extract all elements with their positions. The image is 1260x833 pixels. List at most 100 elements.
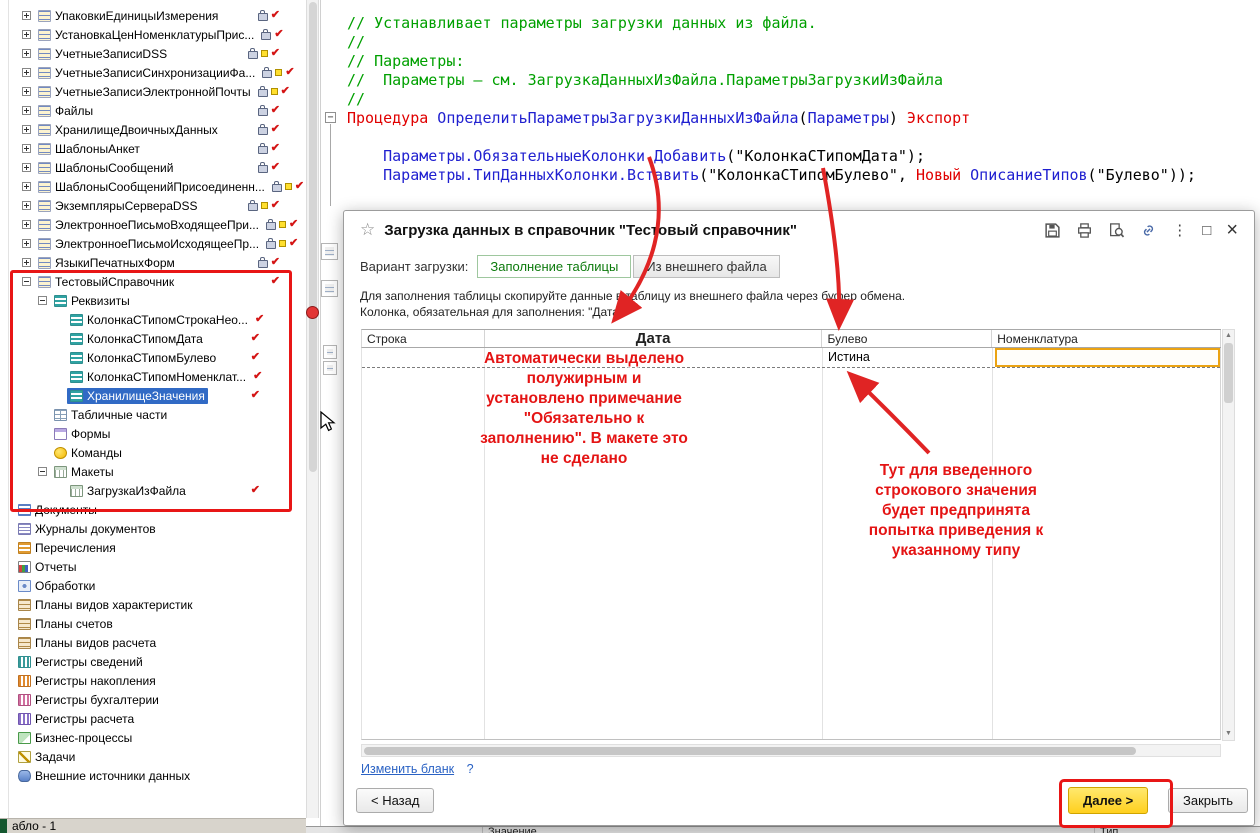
tree-item[interactable]: Регистры расчета: [9, 709, 306, 728]
tree-item[interactable]: ЭлектронноеПисьмоИсходящееПр...✔: [9, 234, 306, 253]
table-vertical-scrollbar[interactable]: ▲ ▼: [1222, 329, 1235, 741]
fold-collapse-icon[interactable]: −: [325, 112, 336, 123]
code-line[interactable]: Параметры.ТипДанныхКолонки.Вставить("Кол…: [347, 166, 1260, 185]
tree-item[interactable]: Планы видов характеристик: [9, 595, 306, 614]
next-button[interactable]: Далее >: [1068, 787, 1148, 814]
back-button[interactable]: < Назад: [356, 788, 434, 813]
expander-icon[interactable]: [22, 30, 31, 39]
selected-cell[interactable]: [995, 348, 1220, 367]
tree-item[interactable]: ШаблоныСообщенийПрисоединенн...✔: [9, 177, 306, 196]
metadata-tree[interactable]: УпаковкиЕдиницыИзмерения✔УстановкаЦенНом…: [9, 0, 306, 818]
panel-dock-button[interactable]: [323, 345, 337, 359]
expander-icon[interactable]: [22, 201, 31, 210]
tree-item[interactable]: ТестовыйСправочник✔: [9, 272, 306, 291]
tree-item[interactable]: Планы видов расчета: [9, 633, 306, 652]
expander-icon[interactable]: [22, 125, 31, 134]
expander-icon[interactable]: [38, 296, 47, 305]
tree-item[interactable]: УстановкаЦенНоменклатурыПрис...✔: [9, 25, 306, 44]
tree-item[interactable]: ХранилищеЗначения✔: [9, 386, 306, 405]
tree-item[interactable]: Формы: [9, 424, 306, 443]
tree-item[interactable]: Внешние источники данных: [9, 766, 306, 785]
column-header-string[interactable]: Строка: [362, 330, 485, 347]
column-header-boolean[interactable]: Булево: [822, 330, 992, 347]
favorite-star-icon[interactable]: ☆: [360, 220, 375, 240]
tree-item[interactable]: Макеты: [9, 462, 306, 481]
tree-item[interactable]: Отчеты: [9, 557, 306, 576]
tree-item[interactable]: ХранилищеДвоичныхДанных✔: [9, 120, 306, 139]
panel-dock-button[interactable]: [323, 361, 337, 375]
tree-item[interactable]: ЯзыкиПечатныхФорм✔: [9, 253, 306, 272]
close-button[interactable]: Закрыть: [1168, 788, 1248, 813]
expander-icon[interactable]: [22, 144, 31, 153]
tree-item[interactable]: ШаблоныАнкет✔: [9, 139, 306, 158]
tree-item[interactable]: Бизнес-процессы: [9, 728, 306, 747]
code-line[interactable]: //: [347, 90, 1260, 109]
link-icon[interactable]: [1140, 222, 1157, 239]
tab-external-file[interactable]: Из внешнего файла: [633, 255, 779, 278]
tree-item[interactable]: УчетныеЗаписиDSS✔: [9, 44, 306, 63]
scrollbar-thumb[interactable]: [364, 747, 1136, 755]
code-line[interactable]: −Процедура ОпределитьПараметрыЗагрузкиДа…: [347, 109, 1260, 128]
tab-fill-table[interactable]: Заполнение таблицы: [477, 255, 631, 278]
tree-item[interactable]: ЭлектронноеПисьмоВходящееПри...✔: [9, 215, 306, 234]
expander-icon[interactable]: [22, 106, 31, 115]
more-icon[interactable]: ⋮: [1172, 222, 1187, 239]
expander-icon[interactable]: [22, 87, 31, 96]
tree-item[interactable]: ЭкземплярыСервераDSS✔: [9, 196, 306, 215]
tree-item[interactable]: Реквизиты: [9, 291, 306, 310]
statusbar-tab-label[interactable]: абло - 1: [12, 819, 56, 833]
preview-icon[interactable]: [1108, 222, 1125, 239]
maximize-icon[interactable]: □: [1202, 222, 1211, 239]
tree-item[interactable]: КолонкаСТипомДата✔: [9, 329, 306, 348]
code-line[interactable]: // Устанавливает параметры загрузки данн…: [347, 14, 1260, 33]
code-line[interactable]: Параметры.ОбязательныеКолонки.Добавить("…: [347, 147, 1260, 166]
expander-icon[interactable]: [22, 220, 31, 229]
panel-dock-button[interactable]: [321, 280, 338, 297]
tree-item[interactable]: ШаблоныСообщений✔: [9, 158, 306, 177]
help-link[interactable]: ?: [467, 762, 474, 776]
tree-item[interactable]: Журналы документов: [9, 519, 306, 538]
scroll-down-icon[interactable]: ▼: [1223, 729, 1234, 739]
tree-item[interactable]: УпаковкиЕдиницыИзмерения✔: [9, 6, 306, 25]
column-header-nomenclature[interactable]: Номенклатура: [992, 330, 1221, 347]
tree-item[interactable]: Регистры накопления: [9, 671, 306, 690]
print-icon[interactable]: [1076, 222, 1093, 239]
table-horizontal-scrollbar[interactable]: [361, 744, 1221, 757]
tree-item[interactable]: ЗагрузкаИзФайла✔: [9, 481, 306, 500]
expander-icon[interactable]: [22, 163, 31, 172]
panel-dock-button[interactable]: [321, 243, 338, 260]
edit-form-link[interactable]: Изменить бланк: [361, 762, 454, 776]
bool-cell[interactable]: Истина: [828, 350, 870, 364]
tree-item[interactable]: Планы счетов: [9, 614, 306, 633]
close-icon[interactable]: ×: [1226, 222, 1238, 239]
tree-item[interactable]: Обработки: [9, 576, 306, 595]
tree-scrollbar[interactable]: [306, 0, 319, 818]
expander-icon[interactable]: [38, 467, 47, 476]
tree-item[interactable]: Задачи: [9, 747, 306, 766]
expander-icon[interactable]: [22, 239, 31, 248]
tree-item[interactable]: Перечисления: [9, 538, 306, 557]
code-line[interactable]: //: [347, 33, 1260, 52]
expander-icon[interactable]: [22, 182, 31, 191]
expander-icon[interactable]: [22, 49, 31, 58]
column-header-date[interactable]: Дата: [485, 330, 823, 347]
tree-item[interactable]: КолонкаСТипомНоменклат...✔: [9, 367, 306, 386]
tree-item[interactable]: Регистры сведений: [9, 652, 306, 671]
code-line[interactable]: [347, 128, 1260, 147]
scrollbar-thumb[interactable]: [309, 2, 317, 472]
tree-item[interactable]: УчетныеЗаписиСинхронизацииФа...✔: [9, 63, 306, 82]
tree-item[interactable]: Команды: [9, 443, 306, 462]
tree-item[interactable]: Файлы✔: [9, 101, 306, 120]
scrollbar-thumb[interactable]: [1224, 343, 1233, 403]
tree-item[interactable]: Табличные части: [9, 405, 306, 424]
expander-icon[interactable]: [22, 277, 31, 286]
code-line[interactable]: // Параметры:: [347, 52, 1260, 71]
tree-item[interactable]: Регистры бухгалтерии: [9, 690, 306, 709]
tree-item[interactable]: УчетныеЗаписиЭлектроннойПочты✔: [9, 82, 306, 101]
scroll-up-icon[interactable]: ▲: [1223, 331, 1234, 341]
tree-item[interactable]: КолонкаСТипомСтрокаНео...✔: [9, 310, 306, 329]
expander-icon[interactable]: [22, 11, 31, 20]
expander-icon[interactable]: [22, 258, 31, 267]
expander-icon[interactable]: [22, 68, 31, 77]
tree-item[interactable]: КолонкаСТипомБулево✔: [9, 348, 306, 367]
